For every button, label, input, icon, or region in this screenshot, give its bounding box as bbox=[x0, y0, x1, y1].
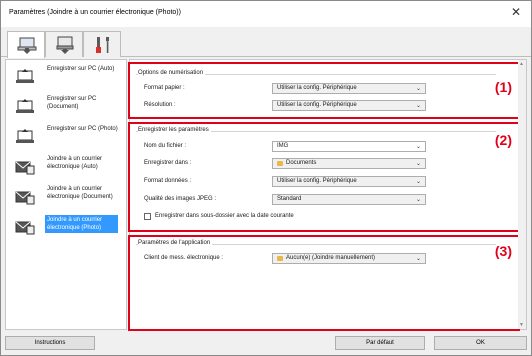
sidebar-item-save-pc-document[interactable]: Enregistrer sur PC (Document) bbox=[10, 93, 122, 123]
computer-icon bbox=[17, 37, 37, 54]
resolution-select[interactable]: Utiliser la config. Périphérique ⌄ bbox=[272, 100, 426, 111]
chevron-down-icon: ⌄ bbox=[415, 144, 421, 150]
chevron-down-icon: ⌄ bbox=[415, 197, 421, 203]
section-number-1: (1) bbox=[494, 79, 512, 95]
filename-value: IMG bbox=[277, 143, 289, 149]
jpeg-quality-value: Standard bbox=[277, 196, 302, 202]
vertical-scrollbar[interactable]: ▲ ▼ bbox=[518, 60, 526, 329]
instructions-button[interactable]: Instructions bbox=[5, 336, 95, 350]
resolution-label: Résolution : bbox=[144, 102, 176, 108]
subfolder-label: Enregistrer dans sous-dossier avec la da… bbox=[155, 213, 294, 219]
scanner-panel-icon bbox=[56, 36, 74, 54]
highlight-box-3 bbox=[128, 235, 520, 331]
save-in-select[interactable]: Documents ⌄ bbox=[272, 158, 426, 169]
section-number-3: (3) bbox=[494, 243, 512, 259]
sidebar-item-label: Enregistrer sur PC (Auto) bbox=[47, 66, 115, 72]
scan-mode-list: Enregistrer sur PC (Auto) Enregistrer su… bbox=[5, 59, 127, 330]
data-format-value: Utiliser la config. Périphérique bbox=[277, 178, 357, 184]
scroll-down-icon[interactable]: ▼ bbox=[519, 322, 524, 328]
tab-bar bbox=[1, 27, 531, 58]
paper-size-value: Utiliser la config. Périphérique bbox=[277, 85, 357, 91]
title-bar: Paramètres (Joindre à un courrier électr… bbox=[1, 1, 531, 27]
group-title-scan-options: Options de numérisation bbox=[138, 70, 206, 76]
filename-label: Nom du fichier : bbox=[144, 143, 187, 149]
folder-icon bbox=[277, 161, 283, 166]
sidebar-item-label: Enregistrer sur PC (Photo) bbox=[47, 126, 118, 132]
sidebar-item-save-pc-photo[interactable]: Enregistrer sur PC (Photo) bbox=[10, 123, 122, 153]
email-client-select[interactable]: Aucun(e) (Joindre manuellement) ⌄ bbox=[272, 253, 426, 264]
email-client-label: Client de mess. électronique : bbox=[144, 255, 224, 261]
chevron-down-icon: ⌄ bbox=[415, 256, 421, 262]
folder-icon bbox=[277, 256, 283, 261]
jpeg-quality-select[interactable]: Standard ⌄ bbox=[272, 194, 426, 205]
chevron-down-icon: ⌄ bbox=[415, 103, 421, 109]
sidebar-item-label: Joindre à un courrier électronique (Phot… bbox=[45, 215, 118, 233]
data-format-select[interactable]: Utiliser la config. Périphérique ⌄ bbox=[272, 176, 426, 187]
group-title-app-settings: Paramètres de l'application bbox=[138, 240, 213, 246]
mail-icon bbox=[15, 221, 35, 235]
subfolder-checkbox[interactable] bbox=[144, 213, 151, 220]
window-title: Paramètres (Joindre à un courrier électr… bbox=[9, 9, 181, 16]
filename-input[interactable]: IMG ⌄ bbox=[272, 141, 426, 152]
resolution-value: Utiliser la config. Périphérique bbox=[277, 102, 357, 108]
pc-save-icon bbox=[16, 99, 34, 113]
save-in-label: Enregistrer dans : bbox=[144, 160, 192, 166]
save-in-value: Documents bbox=[286, 160, 317, 166]
tab-scan-from-panel[interactable] bbox=[45, 31, 83, 57]
email-client-value: Aucun(e) (Joindre manuellement) bbox=[286, 255, 376, 261]
sidebar-item-label: Joindre à un courrier électronique (Docu… bbox=[47, 186, 113, 200]
paper-size-label: Format papier : bbox=[144, 85, 185, 91]
ok-button[interactable]: OK bbox=[434, 336, 527, 350]
sidebar-item-email-photo[interactable]: Joindre à un courrier électronique (Phot… bbox=[10, 213, 122, 243]
sidebar-item-label: Joindre à un courrier électronique (Auto… bbox=[47, 156, 103, 170]
tab-general-settings[interactable] bbox=[83, 31, 121, 57]
sidebar-item-email-document[interactable]: Joindre à un courrier électronique (Docu… bbox=[10, 183, 122, 213]
settings-dialog: Paramètres (Joindre à un courrier électr… bbox=[0, 0, 532, 356]
scroll-up-icon[interactable]: ▲ bbox=[519, 61, 524, 67]
chevron-down-icon: ⌄ bbox=[415, 86, 421, 92]
tools-icon bbox=[96, 37, 109, 53]
section-number-2: (2) bbox=[494, 132, 512, 148]
settings-panel: (1) Options de numérisation Format papie… bbox=[128, 59, 527, 331]
tab-scan-from-computer[interactable] bbox=[7, 31, 45, 58]
sidebar-item-label: Enregistrer sur PC (Document) bbox=[47, 96, 97, 110]
data-format-label: Format données : bbox=[144, 178, 192, 184]
pc-save-icon bbox=[16, 69, 34, 83]
close-icon[interactable]: ✕ bbox=[511, 6, 521, 18]
jpeg-quality-label: Qualité des images JPEG : bbox=[144, 196, 217, 202]
group-title-save-settings: Enregistrer les paramètres bbox=[138, 127, 211, 133]
pc-save-icon bbox=[16, 129, 34, 143]
mail-icon bbox=[15, 191, 35, 205]
sidebar-item-email-auto[interactable]: Joindre à un courrier électronique (Auto… bbox=[10, 153, 122, 183]
chevron-down-icon: ⌄ bbox=[415, 179, 421, 185]
sidebar-item-save-pc-auto[interactable]: Enregistrer sur PC (Auto) bbox=[10, 63, 122, 93]
defaults-button[interactable]: Par défaut bbox=[335, 336, 425, 350]
mail-icon bbox=[15, 161, 35, 175]
chevron-down-icon: ⌄ bbox=[415, 161, 421, 167]
paper-size-select[interactable]: Utiliser la config. Périphérique ⌄ bbox=[272, 83, 426, 94]
